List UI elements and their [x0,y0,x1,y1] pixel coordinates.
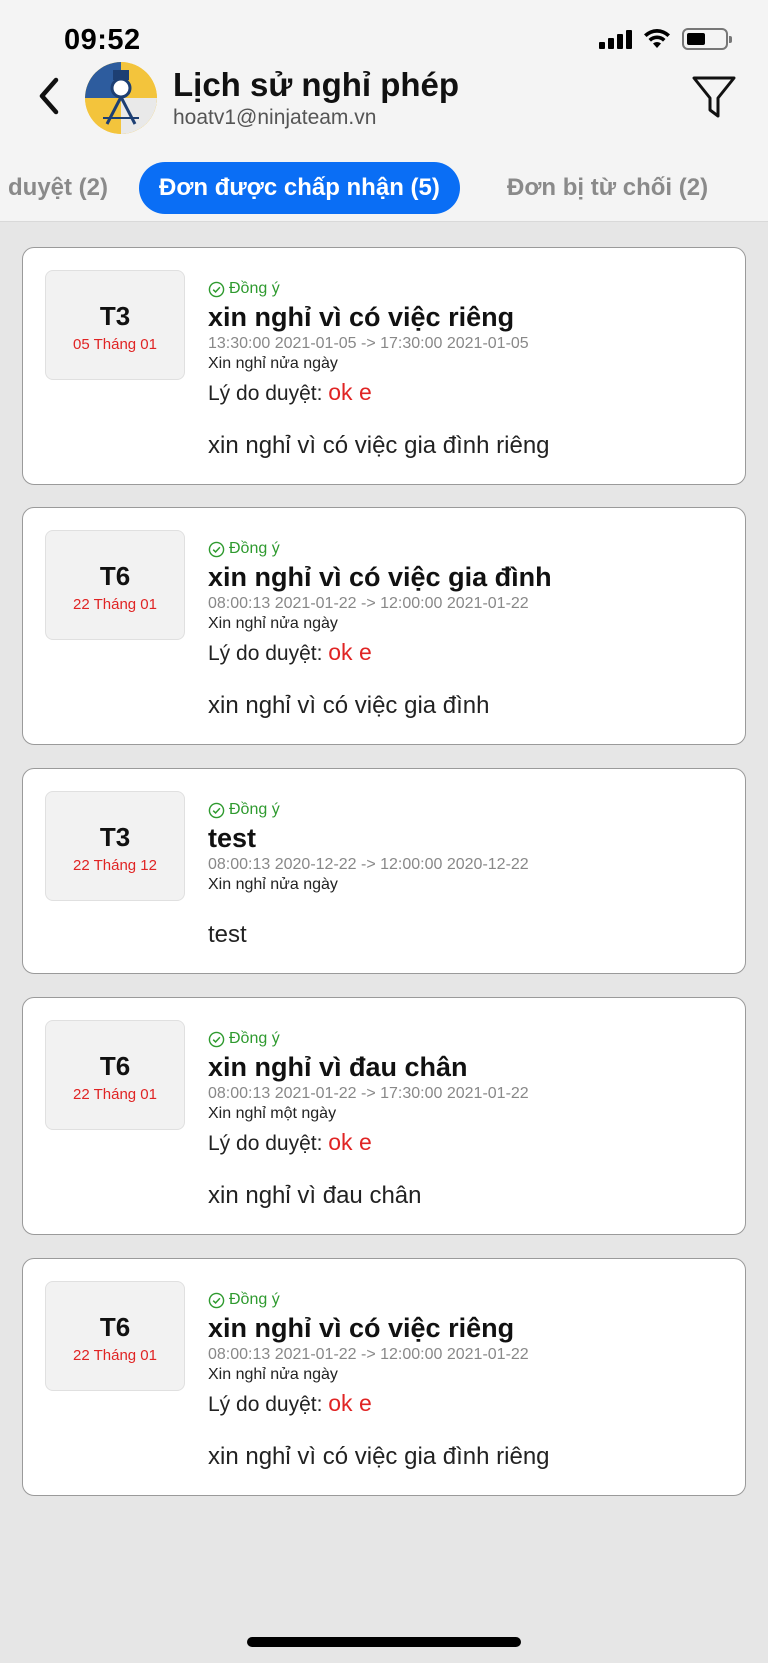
approval-label: Lý do duyệt: [208,642,323,665]
request-card[interactable]: T3 22 Tháng 12 Đồng ý test 08:00:13 2020… [22,768,746,974]
header: 09:52 Lịch sử nghỉ phép hoatv1@ninjateam… [0,0,768,222]
request-title: xin nghỉ vì có việc riêng [208,302,515,332]
status-bar: 09:52 [0,0,768,60]
status-badge: Đồng ý [208,278,725,300]
tab-pending[interactable]: duyệt (2) [8,162,108,214]
request-title: xin nghỉ vì có việc riêng [208,1313,515,1343]
back-button[interactable] [30,74,70,118]
home-indicator[interactable] [247,1637,521,1647]
request-content: Đồng ý xin nghỉ vì có việc riêng 08:00:1… [208,1289,725,1417]
approval-reason: ok e [328,1390,372,1416]
check-circle-icon [208,1292,225,1308]
date-day: T6 [99,1051,131,1081]
request-type: Xin nghỉ nửa ngày [208,876,338,893]
check-circle-icon [208,281,225,297]
signal-icon [599,29,632,49]
wifi-icon [644,29,670,48]
request-reason: xin nghỉ vì có việc gia đình [208,692,490,719]
request-time-range: 08:00:13 2021-01-22 -> 12:00:00 2021-01-… [208,1346,529,1363]
request-time-range: 13:30:00 2021-01-05 -> 17:30:00 2021-01-… [208,335,529,352]
date-month: 22 Tháng 12 [73,857,157,874]
filter-icon [692,76,736,118]
date-badge: T6 22 Tháng 01 [45,1281,185,1391]
date-badge: T6 22 Tháng 01 [45,1020,185,1130]
date-month: 22 Tháng 01 [73,1086,157,1103]
request-type: Xin nghỉ một ngày [208,1105,337,1122]
date-day: T3 [99,822,131,852]
request-reason: xin nghỉ vì đau chân [208,1182,422,1209]
request-title: xin nghỉ vì đau chân [208,1052,468,1082]
approval-reason: ok e [328,1129,372,1155]
request-content: Đồng ý xin nghỉ vì có việc gia đình 08:0… [208,538,725,666]
request-card[interactable]: T6 22 Tháng 01 Đồng ý xin nghỉ vì có việ… [22,1258,746,1496]
battery-icon [682,28,732,50]
date-badge: T3 22 Tháng 12 [45,791,185,901]
status-badge: Đồng ý [208,538,725,560]
request-reason: xin nghỉ vì có việc gia đình riêng [208,1443,550,1470]
approval-label: Lý do duyệt: [208,382,323,405]
nav-bar: Lịch sử nghỉ phép hoatv1@ninjateam.vn [0,60,768,140]
date-badge: T3 05 Tháng 01 [45,270,185,380]
request-title: xin nghỉ vì có việc gia đình [208,562,552,592]
filter-button[interactable] [690,74,738,120]
tab-approved[interactable]: Đơn được chấp nhận (5) [139,162,460,214]
approval-label: Lý do duyệt: [208,1132,323,1155]
request-card[interactable]: T6 22 Tháng 01 Đồng ý xin nghỉ vì đau ch… [22,997,746,1235]
tab-rejected[interactable]: Đơn bị từ chối (2) [507,162,708,214]
date-month: 22 Tháng 01 [73,1347,157,1364]
request-reason: xin nghỉ vì có việc gia đình riêng [208,432,550,459]
status-label: Đồng ý [229,540,280,557]
status-badge: Đồng ý [208,1289,725,1311]
status-badge: Đồng ý [208,799,725,821]
approval-label: Lý do duyệt: [208,1393,323,1416]
approval-row: Lý do duyệt: ok e [208,1129,725,1156]
request-card[interactable]: T6 22 Tháng 01 Đồng ý xin nghỉ vì có việ… [22,507,746,745]
approval-row: Lý do duyệt: ok e [208,379,725,406]
request-type: Xin nghỉ nửa ngày [208,1366,338,1383]
page-title: Lịch sử nghỉ phép [173,66,460,103]
status-label: Đồng ý [229,1291,280,1308]
screen: 09:52 Lịch sử nghỉ phép hoatv1@ninjateam… [0,0,768,1663]
company-logo-avatar [85,62,157,134]
check-circle-icon [208,541,225,557]
check-circle-icon [208,802,225,818]
request-type: Xin nghỉ nửa ngày [208,355,338,372]
request-title: test [208,823,257,853]
status-icons [599,28,732,50]
request-content: Đồng ý xin nghỉ vì có việc riêng 13:30:0… [208,278,725,406]
date-badge: T6 22 Tháng 01 [45,530,185,640]
status-label: Đồng ý [229,1030,280,1047]
request-time-range: 08:00:13 2020-12-22 -> 12:00:00 2020-12-… [208,856,529,873]
request-time-range: 08:00:13 2021-01-22 -> 17:30:00 2021-01-… [208,1085,529,1102]
request-content: Đồng ý xin nghỉ vì đau chân 08:00:13 202… [208,1028,725,1156]
status-badge: Đồng ý [208,1028,725,1050]
status-time: 09:52 [64,24,141,56]
date-day: T6 [99,561,131,591]
request-type: Xin nghỉ nửa ngày [208,615,338,632]
date-day: T6 [99,1312,131,1342]
approval-reason: ok e [328,639,372,665]
user-email: hoatv1@ninjateam.vn [173,106,377,129]
request-reason: test [208,921,247,948]
status-label: Đồng ý [229,801,280,818]
request-card[interactable]: T3 05 Tháng 01 Đồng ý xin nghỉ vì có việ… [22,247,746,485]
approval-row: Lý do duyệt: ok e [208,1390,725,1417]
request-content: Đồng ý test 08:00:13 2020-12-22 -> 12:00… [208,799,725,894]
approval-reason: ok e [328,379,372,405]
date-month: 22 Tháng 01 [73,596,157,613]
status-label: Đồng ý [229,280,280,297]
check-circle-icon [208,1031,225,1047]
request-time-range: 08:00:13 2021-01-22 -> 12:00:00 2021-01-… [208,595,529,612]
back-chevron-icon [39,77,59,115]
approval-row: Lý do duyệt: ok e [208,639,725,666]
date-month: 05 Tháng 01 [73,336,157,353]
tab-bar: duyệt (2) Đơn được chấp nhận (5) Đơn bị … [0,162,768,214]
date-day: T3 [99,301,131,331]
